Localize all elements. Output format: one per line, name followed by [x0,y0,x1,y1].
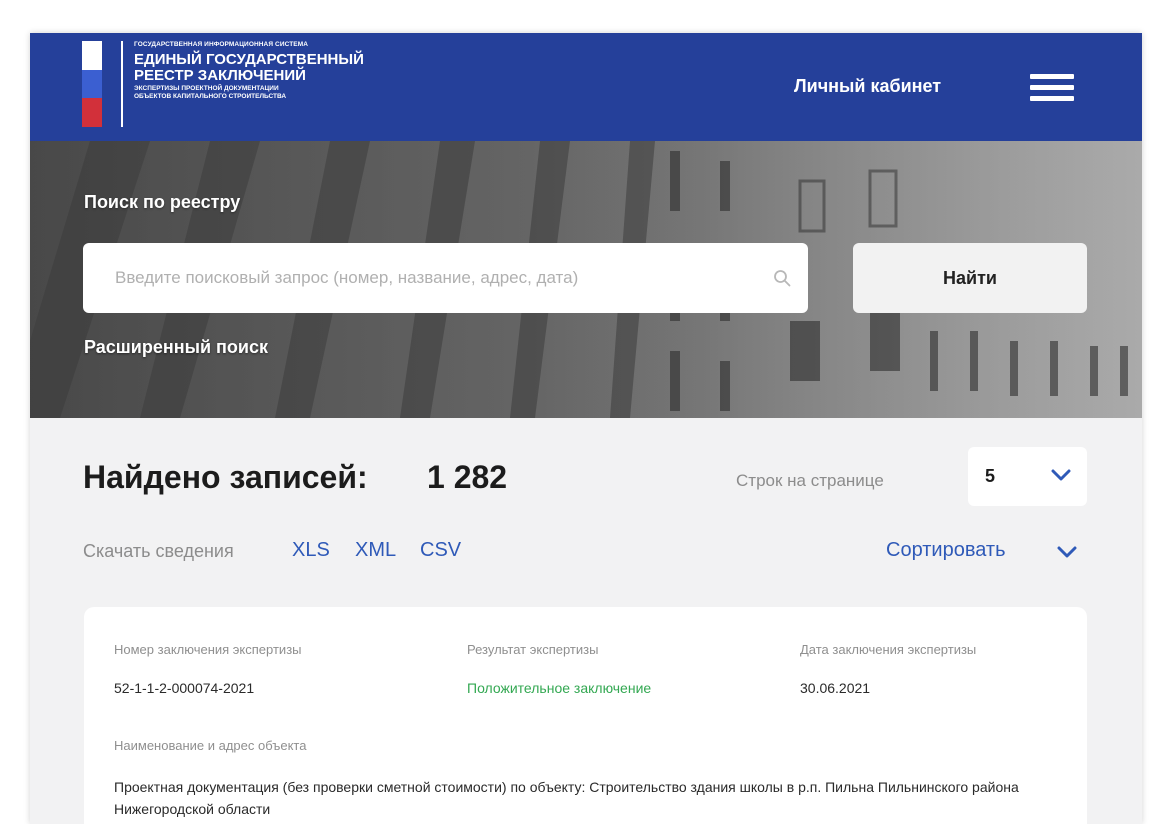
download-xml-link[interactable]: XML [355,539,396,562]
expertise-number-label: Номер заключения экспертизы [114,642,302,657]
object-address-label: Наименование и адрес объекта [114,738,307,753]
site-logo[interactable]: ГОСУДАРСТВЕННАЯ ИНФОРМАЦИОННАЯ СИСТЕМА Е… [134,41,364,101]
logo-line-system: ГОСУДАРСТВЕННАЯ ИНФОРМАЦИОННАЯ СИСТЕМА [134,41,309,48]
download-label: Скачать сведения [83,541,234,561]
rows-per-page-label: Строк на странице [736,471,884,490]
download-csv-link[interactable]: CSV [420,539,461,562]
logo-divider [121,41,123,127]
object-address-value: Проектная документация (без проверки сме… [114,779,1019,817]
results-count-label: Найдено записей: [83,459,368,495]
site-header: ГОСУДАРСТВЕННАЯ ИНФОРМАЦИОННАЯ СИСТЕМА Е… [30,33,1142,141]
search-icon[interactable] [773,269,791,287]
chevron-down-icon [1051,469,1071,481]
expertise-result-label: Результат экспертизы [467,642,599,657]
search-input[interactable] [83,243,763,313]
find-button[interactable]: Найти [853,243,1087,313]
expertise-result-value: Положительное заключение [467,680,652,696]
rows-per-page-select[interactable]: 5 [968,447,1087,506]
expertise-number-value: 52-1-1-2-000074-2021 [114,680,255,696]
result-card[interactable]: Номер заключения экспертизы Результат эк… [84,607,1087,824]
russian-flag-logo [82,41,102,127]
sort-button[interactable]: Сортировать [886,539,1006,562]
logo-line-sub-1: ЭКСПЕРТИЗЫ ПРОЕКТНОЙ ДОКУМЕНТАЦИИ [134,84,279,92]
search-title: Поиск по реестру [84,192,241,212]
expertise-date-label: Дата заключения экспертизы [800,642,977,657]
personal-cabinet-link[interactable]: Личный кабинет [794,76,941,97]
download-xls-link[interactable]: XLS [292,539,330,562]
logo-line-title-1: ЕДИНЫЙ ГОСУДАРСТВЕННЫЙ [134,50,364,68]
rows-per-page-value: 5 [985,466,996,486]
advanced-search-link[interactable]: Расширенный поиск [84,337,268,358]
search-field[interactable] [83,243,808,313]
hamburger-menu-icon[interactable] [1030,74,1074,101]
logo-line-sub-2: ОБЪЕКТОВ КАПИТАЛЬНОГО СТРОИТЕЛЬСТВА [134,93,287,100]
search-hero: Поиск по реестру Найти Расширенный поиск [30,141,1142,418]
page-frame: ГОСУДАРСТВЕННАЯ ИНФОРМАЦИОННАЯ СИСТЕМА Е… [30,33,1142,824]
expertise-date-value: 30.06.2021 [800,680,871,696]
chevron-down-icon[interactable] [1057,545,1077,559]
results-count-value: 1 282 [427,459,508,495]
logo-line-title-2: РЕЕСТР ЗАКЛЮЧЕНИЙ [134,66,306,84]
